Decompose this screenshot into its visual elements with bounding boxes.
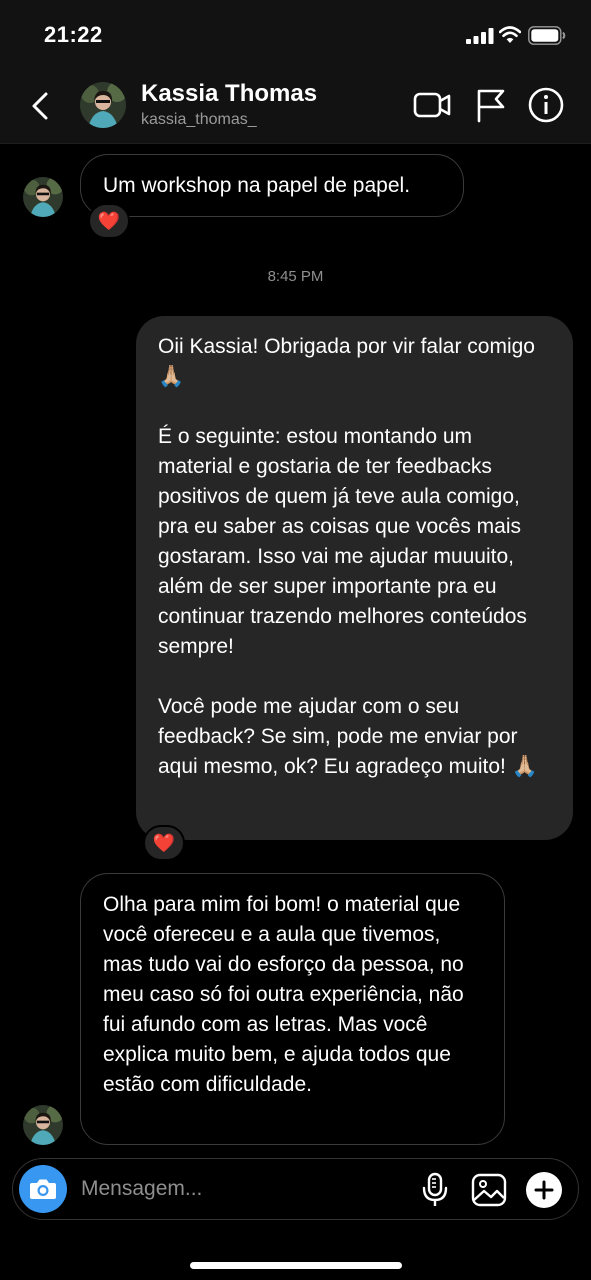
heart-icon: ❤️	[152, 832, 176, 853]
avatar-photo	[80, 82, 126, 128]
message-text: Um workshop na papel de papel.	[103, 174, 411, 197]
message-composer	[12, 1158, 579, 1220]
message-paragraph: Oii Kassia! Obrigada por vir falar comig…	[158, 335, 535, 388]
gallery-icon[interactable]	[471, 1171, 507, 1209]
plus-button[interactable]	[526, 1172, 562, 1208]
message-paragraph: Você pode me ajudar com o seu feedback? …	[158, 695, 538, 778]
incoming-message[interactable]: Um workshop na papel de papel.	[80, 154, 464, 217]
message-timestamp: 8:45 PM	[267, 268, 324, 285]
wifi-icon	[499, 26, 521, 43]
avatar[interactable]	[80, 82, 126, 128]
plus-icon	[534, 1180, 554, 1200]
avatar[interactable]	[23, 1105, 63, 1145]
conversation-header: Kassia Thomas kassia_thomas_	[0, 70, 591, 144]
flag-icon[interactable]	[472, 86, 510, 124]
microphone-icon[interactable]	[417, 1171, 453, 1209]
contact-name[interactable]: Kassia Thomas	[141, 80, 317, 108]
status-bar: 21:22	[0, 0, 591, 70]
outgoing-message[interactable]: Oii Kassia! Obrigada por vir falar comig…	[136, 316, 573, 840]
home-indicator[interactable]	[190, 1262, 402, 1269]
cellular-signal-icon	[466, 28, 494, 44]
incoming-message[interactable]: Olha para mim foi bom! o material que vo…	[80, 873, 505, 1145]
avatar-photo	[23, 177, 63, 217]
info-icon[interactable]	[527, 86, 565, 124]
camera-button[interactable]	[19, 1165, 67, 1213]
dm-conversation-screen: 21:22 Kassia Thomas kassia_thomas_ Um wo…	[0, 0, 591, 1280]
message-input[interactable]	[81, 1169, 401, 1209]
contact-username[interactable]: kassia_thomas_	[141, 111, 257, 129]
heart-reaction-badge[interactable]: ❤️	[143, 825, 185, 861]
avatar-photo	[23, 1105, 63, 1145]
avatar[interactable]	[23, 177, 63, 217]
message-paragraph: É o seguinte: estou montando um material…	[158, 425, 527, 658]
chevron-left-icon[interactable]	[26, 88, 54, 124]
message-text: Olha para mim foi bom! o material que vo…	[103, 893, 464, 1096]
status-time: 21:22	[44, 22, 103, 47]
battery-icon	[528, 26, 566, 45]
video-camera-icon[interactable]	[413, 86, 451, 124]
heart-icon: ❤️	[97, 210, 121, 231]
heart-reaction-badge[interactable]: ❤️	[88, 203, 130, 239]
camera-icon	[30, 1179, 56, 1199]
